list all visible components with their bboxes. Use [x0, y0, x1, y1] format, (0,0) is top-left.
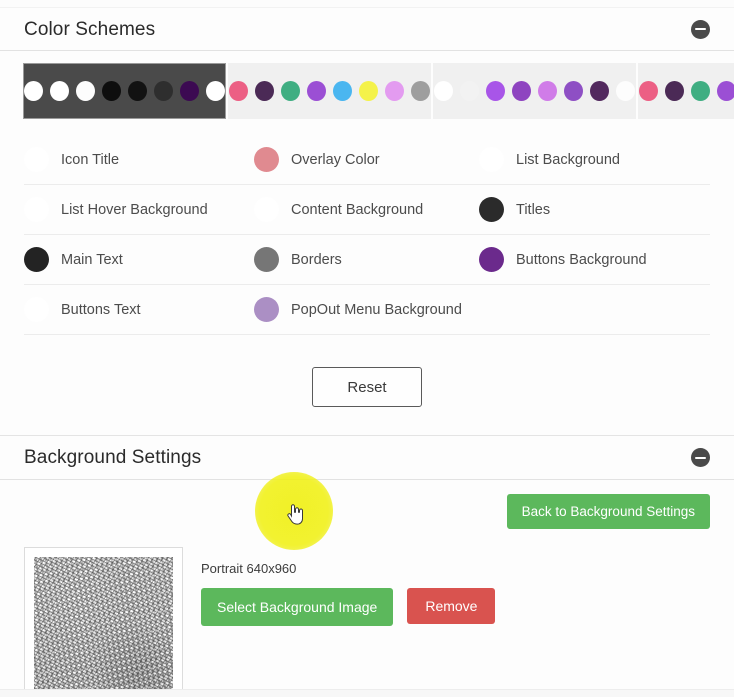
color-swatch-icon[interactable] — [254, 297, 279, 322]
color-row: Icon Title Overlay Color List Background — [24, 135, 710, 185]
scheme-2-dot-0 — [434, 81, 453, 101]
settings-page: Color Schemes Icon Title Overlay Color Lis… — [0, 0, 734, 697]
scheme-3-dot-2 — [691, 81, 710, 101]
color-schemes-title: Color Schemes — [24, 18, 156, 40]
minus-circle-icon[interactable] — [691, 19, 710, 39]
color-swatch-icon[interactable] — [479, 247, 504, 272]
scheme-1-dot-1 — [255, 81, 274, 101]
scheme-0-dot-2 — [76, 81, 95, 101]
color-label: Content Background — [291, 201, 424, 218]
color-label: Main Text — [61, 251, 123, 268]
color-swatch-icon[interactable] — [24, 247, 49, 272]
background-settings-header: Background Settings — [0, 436, 734, 480]
color-swatch-icon[interactable] — [479, 197, 504, 222]
color-label: Overlay Color — [291, 151, 380, 168]
background-meta: Portrait 640x960 Select Background Image… — [201, 547, 496, 697]
scheme-1-dot-5 — [359, 81, 378, 101]
remove-background-button[interactable]: Remove — [407, 588, 496, 624]
color-label: Titles — [516, 201, 551, 218]
color-swatch-icon[interactable] — [24, 147, 49, 172]
color-label: Icon Title — [61, 151, 120, 168]
color-item-titles[interactable]: Titles — [479, 185, 710, 235]
scheme-2-dot-4 — [538, 81, 557, 101]
background-thumbnail-frame[interactable] — [24, 547, 183, 697]
reset-button[interactable]: Reset — [312, 367, 422, 407]
scheme-0-dot-3 — [102, 81, 121, 101]
color-label: PopOut Menu Background — [291, 301, 462, 318]
grayscale-texture-thumbnail — [34, 557, 173, 697]
minus-circle-icon[interactable] — [691, 448, 710, 467]
color-scheme-option-2[interactable] — [433, 63, 636, 119]
color-item-main-text[interactable]: Main Text — [24, 235, 254, 285]
portrait-dimensions-label: Portrait 640x960 — [201, 561, 297, 576]
scheme-2-dot-1 — [460, 81, 479, 101]
color-item-borders[interactable]: Borders — [254, 235, 479, 285]
color-item-empty — [479, 285, 710, 335]
scheme-2-dot-7 — [616, 81, 635, 101]
scheme-1-dot-6 — [385, 81, 404, 101]
scheme-2-dot-3 — [512, 81, 531, 101]
scheme-2-dot-5 — [564, 81, 583, 101]
scheme-3-dot-3 — [717, 81, 734, 101]
color-label: List Background — [516, 151, 620, 168]
scheme-1-dot-4 — [333, 81, 352, 101]
back-button-row: Back to Background Settings — [24, 480, 710, 541]
color-item-list-hover-background[interactable]: List Hover Background — [24, 185, 254, 235]
minus-bar — [695, 456, 706, 459]
color-scheme-option-0[interactable] — [23, 63, 226, 119]
color-swatch-icon[interactable] — [479, 147, 504, 172]
color-swatch-icon[interactable] — [24, 197, 49, 222]
color-item-overlay-color[interactable]: Overlay Color — [254, 135, 479, 185]
color-row: Buttons Text PopOut Menu Background — [24, 285, 710, 335]
scheme-3-dot-1 — [665, 81, 684, 101]
color-row: List Hover Background Content Background T… — [24, 185, 710, 235]
scheme-0-dot-5 — [154, 81, 173, 101]
color-row: Main Text Borders Buttons Background — [24, 235, 710, 285]
color-item-icon-title[interactable]: Icon Title — [24, 135, 254, 185]
color-item-list-background[interactable]: List Background — [479, 135, 710, 185]
color-label: Buttons Background — [516, 251, 647, 268]
scheme-0-dot-1 — [50, 81, 69, 101]
scheme-0-dot-7 — [206, 81, 225, 101]
scheme-1-dot-0 — [229, 81, 248, 101]
color-scheme-option-1[interactable] — [228, 63, 431, 119]
minus-bar — [695, 28, 706, 30]
color-swatch-icon[interactable] — [254, 197, 279, 222]
color-schemes-header: Color Schemes — [0, 8, 734, 51]
scheme-2-dot-6 — [590, 81, 609, 101]
page-top-strip — [0, 0, 734, 8]
color-assignments-list: Icon Title Overlay Color List Background Li… — [0, 129, 734, 335]
background-settings-title: Background Settings — [24, 447, 202, 468]
color-scheme-option-3[interactable] — [638, 63, 734, 119]
color-item-content-background[interactable]: Content Background — [254, 185, 479, 235]
scheme-1-dot-7 — [411, 81, 430, 101]
scheme-1-dot-3 — [307, 81, 326, 101]
color-label: List Hover Background — [61, 201, 208, 218]
scheme-0-dot-6 — [180, 81, 199, 101]
page-bottom-strip — [0, 689, 734, 697]
background-preview-area: Portrait 640x960 Select Background Image… — [24, 541, 710, 697]
color-item-buttons-text[interactable]: Buttons Text — [24, 285, 254, 335]
color-label: Borders — [291, 251, 342, 268]
select-background-image-button[interactable]: Select Background Image — [201, 588, 394, 626]
color-swatch-icon[interactable] — [254, 247, 279, 272]
scheme-0-dot-0 — [24, 81, 43, 101]
color-scheme-options — [0, 51, 734, 129]
scheme-2-dot-2 — [486, 81, 505, 101]
background-settings-body: Back to Background Settings Portrait 640… — [0, 480, 734, 697]
color-item-popout-menu-background[interactable]: PopOut Menu Background — [254, 285, 479, 335]
color-swatch-icon[interactable] — [24, 297, 49, 322]
scheme-3-dot-0 — [639, 81, 658, 101]
color-swatch-icon[interactable] — [254, 147, 279, 172]
color-label: Buttons Text — [61, 301, 141, 318]
back-to-background-settings-button[interactable]: Back to Background Settings — [506, 494, 710, 529]
scheme-1-dot-2 — [281, 81, 300, 101]
color-item-buttons-background[interactable]: Buttons Background — [479, 235, 710, 285]
reset-button-row: Reset — [0, 335, 734, 435]
background-action-buttons: Select Background Image Remove — [201, 588, 496, 626]
scheme-0-dot-4 — [128, 81, 147, 101]
